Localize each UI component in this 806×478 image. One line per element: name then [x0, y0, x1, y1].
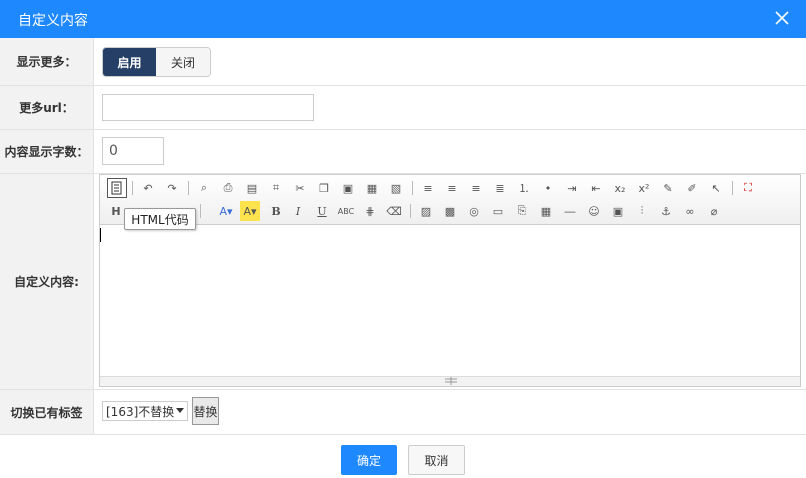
char-count-label: 内容显示字数：: [0, 130, 94, 173]
paste-word-icon[interactable]: ▧: [386, 178, 406, 198]
show-more-toggle[interactable]: 启用 关闭: [102, 47, 211, 77]
html-source-icon[interactable]: [107, 178, 127, 198]
dialog-titlebar: 自定义内容: [0, 0, 806, 38]
drag-handle-icon: [445, 377, 457, 385]
flash-icon[interactable]: ◎: [464, 201, 484, 221]
pagebreak-icon[interactable]: ⫶: [632, 201, 652, 221]
dialog-title: 自定义内容: [18, 13, 88, 29]
image-icon[interactable]: ▨: [416, 201, 436, 221]
toolbar-separator: [132, 181, 133, 195]
switch-tag-label: 切换已有标签: [0, 390, 94, 434]
attachment-icon[interactable]: ⎘: [512, 201, 532, 221]
align-left-icon[interactable]: ≡: [418, 178, 438, 198]
font-color-icon[interactable]: A▾: [216, 201, 236, 221]
subscript-icon[interactable]: x₂: [610, 178, 630, 198]
multi-image-icon[interactable]: ▩: [440, 201, 460, 221]
print-icon[interactable]: ⎙: [218, 178, 238, 198]
toggle-off-option[interactable]: 关闭: [156, 48, 210, 76]
indent-icon[interactable]: ⇥: [562, 178, 582, 198]
anchor-icon[interactable]: ⚓: [656, 201, 676, 221]
preview-icon[interactable]: ⌕: [194, 178, 214, 198]
editor-resize-handle[interactable]: [100, 376, 800, 386]
tag-select[interactable]: [163]不替换: [102, 401, 188, 421]
fullscreen-icon[interactable]: ⛶: [738, 178, 758, 198]
paste-icon[interactable]: ▣: [338, 178, 358, 198]
table-icon[interactable]: ▦: [536, 201, 556, 221]
replace-button[interactable]: 替换: [192, 397, 219, 425]
tag-select-value: [163]不替换: [106, 404, 175, 419]
hr-icon[interactable]: ―: [560, 201, 580, 221]
paste-text-icon[interactable]: ▦: [362, 178, 382, 198]
toolbar-separator: [188, 181, 189, 195]
eraser-icon[interactable]: ⌫: [384, 201, 404, 221]
cut-icon[interactable]: ✂: [290, 178, 310, 198]
align-center-icon[interactable]: ≡: [442, 178, 462, 198]
align-justify-icon[interactable]: ≣: [490, 178, 510, 198]
toolbar-separator: [732, 181, 733, 195]
align-right-icon[interactable]: ≡: [466, 178, 486, 198]
bold-icon[interactable]: B: [266, 201, 286, 221]
toolbar-separator: [200, 204, 201, 218]
highlight-icon[interactable]: A▾: [240, 201, 260, 221]
cancel-button[interactable]: 取消: [408, 445, 465, 475]
toolbar-tooltip: HTML代码: [124, 208, 196, 230]
more-url-label: 更多url：: [0, 86, 94, 129]
strikethrough-icon[interactable]: ABC: [336, 201, 356, 221]
editor-caret: [100, 228, 101, 242]
show-more-row: 显示更多： 启用 关闭: [0, 38, 806, 86]
close-icon[interactable]: [774, 9, 790, 27]
ordered-list-icon[interactable]: ⒈: [514, 178, 534, 198]
chevron-down-icon: [176, 408, 184, 413]
underline-icon[interactable]: U: [312, 201, 332, 221]
special-char-icon[interactable]: ▣: [608, 201, 628, 221]
superscript-icon[interactable]: x²: [634, 178, 654, 198]
copy-icon[interactable]: ❐: [314, 178, 334, 198]
unlink-icon[interactable]: ⌀: [704, 201, 724, 221]
redo-icon[interactable]: ↷: [162, 178, 182, 198]
line-height-icon[interactable]: ⋕: [360, 201, 380, 221]
outdent-icon[interactable]: ⇤: [586, 178, 606, 198]
toolbar-separator: [412, 181, 413, 195]
select-all-icon[interactable]: ✐: [682, 178, 702, 198]
editor-toolbar: H ↶ ↷ ⌕ ⎙ ▤ ⌗ ✂ ❐ ▣ ▦ ▧ ≡ ≡ ≡ ≣ ⒈ • ⇥ ⇤ x₂ x² ✎ ✐ ↖ ⛶ A▾ A▾ B I U ABC ⋕…: [100, 175, 800, 225]
toggle-on-option[interactable]: 启用: [103, 48, 156, 76]
rich-text-editor[interactable]: H ↶ ↷ ⌕ ⎙ ▤ ⌗ ✂ ❐ ▣ ▦ ▧ ≡ ≡ ≡ ≣ ⒈ • ⇥ ⇤ x₂ x² ✎ ✐ ↖ ⛶ A▾ A▾ B I U ABC ⋕…: [99, 174, 801, 387]
code-icon[interactable]: ⌗: [266, 178, 286, 198]
pointer-icon[interactable]: ↖: [706, 178, 726, 198]
char-count-input[interactable]: [102, 137, 164, 165]
link-icon[interactable]: ∞: [680, 201, 700, 221]
heading-icon[interactable]: H: [106, 201, 126, 221]
undo-icon[interactable]: ↶: [138, 178, 158, 198]
unordered-list-icon[interactable]: •: [538, 178, 558, 198]
emoticon-icon[interactable]: ☺: [584, 201, 604, 221]
clear-format-icon[interactable]: ✎: [658, 178, 678, 198]
char-count-row: 内容显示字数：: [0, 130, 806, 174]
confirm-button[interactable]: 确定: [341, 445, 397, 475]
template-icon[interactable]: ▤: [242, 178, 262, 198]
media-icon[interactable]: ▭: [488, 201, 508, 221]
custom-content-label: 自定义内容:: [0, 174, 94, 389]
toolbar-separator: [410, 204, 411, 218]
italic-icon[interactable]: I: [288, 201, 308, 221]
more-url-row: 更多url：: [0, 86, 806, 130]
more-url-input[interactable]: [102, 94, 314, 121]
show-more-label: 显示更多：: [0, 38, 94, 85]
